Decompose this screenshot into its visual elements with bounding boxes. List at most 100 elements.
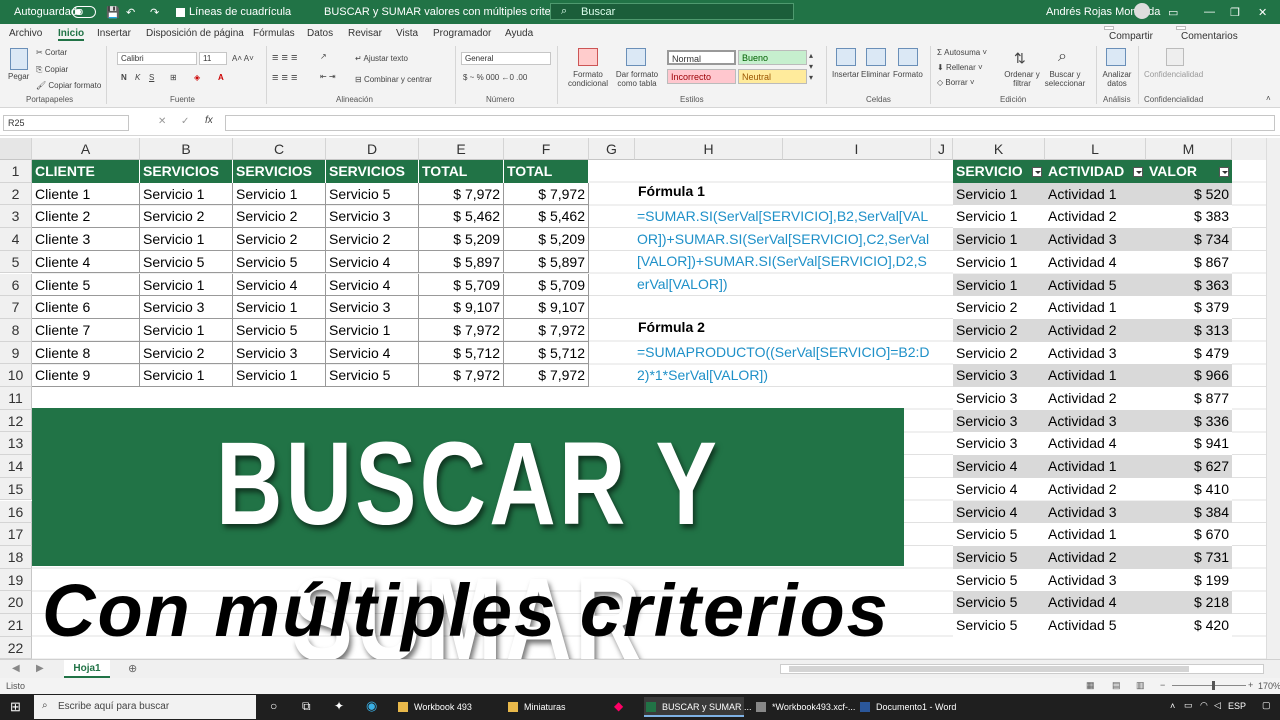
row-header[interactable]: 16 <box>0 500 32 524</box>
table1-cell[interactable]: Servicio 1 <box>140 182 233 206</box>
row-header[interactable]: 5 <box>0 250 32 274</box>
table2-cell[interactable]: Actividad 5 <box>1045 273 1146 297</box>
styles-scroll-icon[interactable]: ▴ ▾ ▾ <box>809 50 813 83</box>
table1-cell[interactable]: Servicio 2 <box>233 205 326 229</box>
table1-cell[interactable]: Cliente 5 <box>32 273 140 297</box>
zoom-out-icon[interactable]: − <box>1160 680 1165 690</box>
table2-cell[interactable]: $ 420 <box>1146 614 1232 637</box>
zoom-slider[interactable] <box>1172 685 1246 686</box>
table1-cell[interactable]: Cliente 6 <box>32 296 140 319</box>
column-header[interactable]: J <box>931 138 953 160</box>
taskbar-item[interactable]: Miniaturas <box>506 697 598 717</box>
column-header[interactable]: C <box>233 138 326 160</box>
page-layout-icon[interactable]: ▤ <box>1112 680 1121 691</box>
table1-cell[interactable]: $ 7,972 <box>504 318 589 342</box>
table1-cell[interactable]: Cliente 2 <box>32 205 140 229</box>
table2-cell[interactable]: Actividad 1 <box>1045 182 1146 206</box>
table2-header[interactable]: VALOR <box>1146 160 1232 183</box>
table1-cell[interactable]: Servicio 1 <box>233 296 326 319</box>
column-header[interactable]: B <box>140 138 233 160</box>
table1-header[interactable]: SERVICIOS <box>140 160 233 183</box>
table1-cell[interactable]: Servicio 3 <box>140 296 233 319</box>
table2-cell[interactable]: $ 867 <box>1146 250 1232 274</box>
vertical-scrollbar[interactable] <box>1266 138 1280 659</box>
table2-cell[interactable]: Actividad 1 <box>1045 455 1146 478</box>
table2-cell[interactable]: $ 363 <box>1146 273 1232 297</box>
style-normal[interactable]: Normal <box>667 50 736 65</box>
table1-cell[interactable]: $ 5,897 <box>504 250 589 274</box>
column-header[interactable]: M <box>1146 138 1232 160</box>
table1-cell[interactable]: Servicio 3 <box>233 341 326 365</box>
table1-cell[interactable]: Servicio 5 <box>326 182 419 206</box>
column-header[interactable]: L <box>1045 138 1146 160</box>
row-header[interactable]: 4 <box>0 228 32 251</box>
minimize-icon[interactable]: — <box>1204 6 1215 18</box>
conditional-format-button[interactable]: Formato condicional <box>566 70 610 88</box>
column-header[interactable]: I <box>783 138 931 160</box>
align-left-icon[interactable]: ≡ ≡ ≡ <box>272 72 297 84</box>
table2-cell[interactable]: Servicio 4 <box>953 500 1045 524</box>
table2-cell[interactable]: Actividad 2 <box>1045 387 1146 410</box>
table1-cell[interactable]: Servicio 1 <box>140 364 233 387</box>
row-header[interactable]: 13 <box>0 432 32 456</box>
windows-start-icon[interactable]: ⊞ <box>10 699 21 715</box>
volume-icon[interactable]: ◁ <box>1214 700 1221 711</box>
table2-cell[interactable]: Actividad 3 <box>1045 341 1146 365</box>
column-header[interactable]: F <box>504 138 589 160</box>
tray-chevron-icon[interactable]: ˄ <box>1170 701 1175 711</box>
table2-cell[interactable]: Actividad 3 <box>1045 500 1146 524</box>
table1-header[interactable]: CLIENTE <box>32 160 140 183</box>
table2-cell[interactable]: Actividad 1 <box>1045 296 1146 319</box>
taskbar-item[interactable]: Documento1 - Word <box>858 697 958 717</box>
language-indicator[interactable]: ESP <box>1228 701 1246 711</box>
table1-header[interactable]: TOTAL <box>504 160 589 183</box>
maximize-icon[interactable]: ❐ <box>1230 6 1240 19</box>
table1-cell[interactable]: Servicio 5 <box>233 250 326 274</box>
share-button[interactable]: Compartir <box>1104 26 1153 42</box>
table2-cell[interactable]: Actividad 5 <box>1045 614 1146 637</box>
taskbar-item[interactable]: *Workbook493.xcf-... <box>754 697 855 717</box>
table2-cell[interactable]: $ 941 <box>1146 432 1232 456</box>
table2-cell[interactable]: Actividad 4 <box>1045 591 1146 614</box>
table1-cell[interactable]: Servicio 1 <box>233 364 326 387</box>
table2-cell[interactable]: $ 199 <box>1146 568 1232 592</box>
avatar[interactable] <box>1134 3 1150 19</box>
format-cells-icon[interactable] <box>898 48 918 66</box>
table1-cell[interactable]: Servicio 5 <box>326 364 419 387</box>
table1-cell[interactable]: Servicio 3 <box>326 205 419 229</box>
filter-dropdown-icon[interactable] <box>1219 167 1229 177</box>
formula-input[interactable] <box>225 115 1275 131</box>
table2-cell[interactable]: $ 383 <box>1146 205 1232 229</box>
column-header[interactable]: D <box>326 138 419 160</box>
table1-cell[interactable]: Servicio 4 <box>326 250 419 274</box>
tab-datos[interactable]: Datos <box>307 28 333 39</box>
table1-cell[interactable]: Cliente 1 <box>32 182 140 206</box>
add-sheet-button[interactable]: ⊕ <box>128 662 137 675</box>
format-table-icon[interactable] <box>626 48 646 66</box>
table1-cell[interactable]: Cliente 4 <box>32 250 140 274</box>
comments-button[interactable]: Comentarios <box>1176 26 1238 42</box>
redo-icon[interactable]: ↷ <box>150 6 159 19</box>
table1-cell[interactable]: Servicio 1 <box>326 318 419 342</box>
ribbon-options-icon[interactable]: ▭ <box>1168 6 1178 19</box>
table1-cell[interactable]: Servicio 3 <box>326 296 419 319</box>
zoom-level[interactable]: 170% <box>1258 681 1280 691</box>
clear-button[interactable]: ◇ Borrar ˅ <box>937 78 975 87</box>
table2-cell[interactable]: Servicio 4 <box>953 455 1045 478</box>
tab-vista[interactable]: Vista <box>396 28 418 39</box>
close-icon[interactable]: ✕ <box>1258 6 1267 19</box>
table1-cell[interactable]: Servicio 4 <box>326 273 419 297</box>
accounting-icon[interactable]: $ ~ % 000 ←0 .00 <box>463 73 527 82</box>
table2-header[interactable]: ACTIVIDAD <box>1045 160 1146 183</box>
table1-header[interactable]: SERVICIOS <box>326 160 419 183</box>
table1-cell[interactable]: $ 5,709 <box>504 273 589 297</box>
table2-cell[interactable]: Servicio 5 <box>953 568 1045 592</box>
select-all-corner[interactable] <box>0 138 32 160</box>
row-header[interactable]: 11 <box>0 387 32 410</box>
row-header[interactable]: 19 <box>0 568 32 592</box>
row-header[interactable]: 18 <box>0 545 32 569</box>
horizontal-scrollbar[interactable] <box>780 664 1264 674</box>
style-neutral[interactable]: Neutral <box>738 69 807 84</box>
table1-cell[interactable]: $ 5,709 <box>419 273 504 297</box>
zoom-in-icon[interactable]: + <box>1248 680 1253 690</box>
